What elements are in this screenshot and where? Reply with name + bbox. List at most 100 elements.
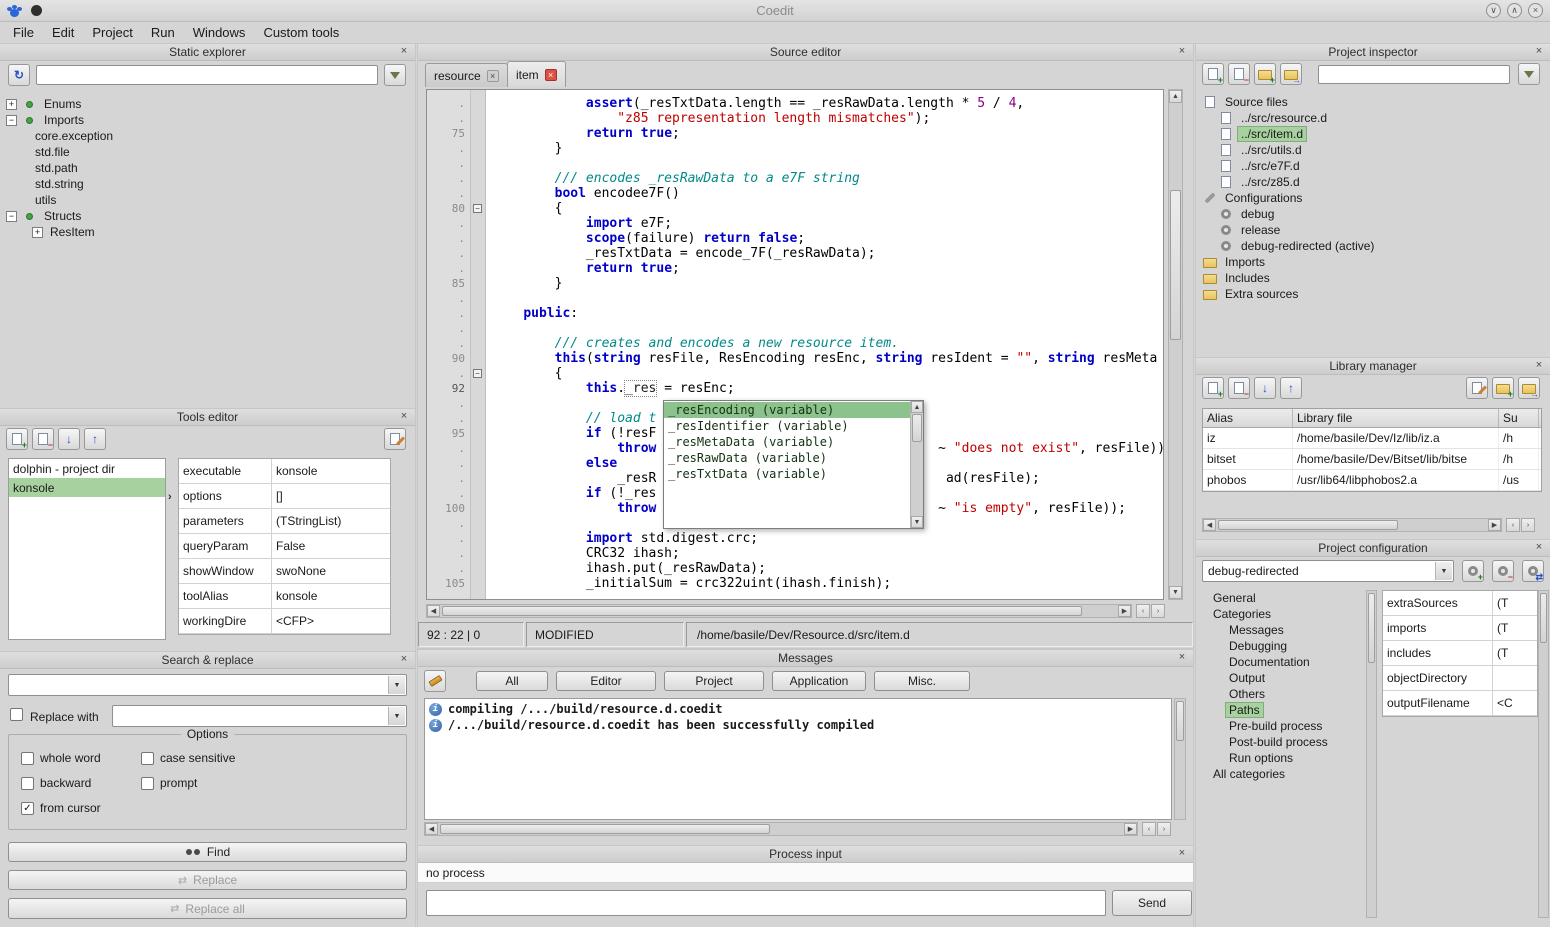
property-value[interactable]: (T — [1493, 641, 1537, 665]
properties-scrollbar[interactable] — [1538, 590, 1549, 918]
maximize-button[interactable]: ∧ — [1507, 3, 1522, 18]
expander-icon[interactable]: − — [6, 115, 17, 126]
menu-run[interactable]: Run — [142, 23, 184, 42]
scroll-down-icon[interactable]: ▼ — [911, 516, 923, 528]
expander-icon[interactable]: + — [6, 99, 17, 110]
remove-configuration-button[interactable]: − — [1492, 560, 1514, 582]
message-item[interactable]: icompiling /.../build/resource.d.coedit — [425, 701, 1171, 717]
code-line[interactable]: _initialSum = crc322uint(ihash.finish); — [492, 576, 1163, 591]
send-button[interactable]: Send — [1112, 890, 1192, 916]
property-row[interactable]: extraSources(T — [1383, 591, 1537, 616]
property-value[interactable]: (TStringList) — [272, 509, 390, 533]
code-line[interactable]: "z85 representation length mismatches"); — [492, 111, 1163, 126]
scroll-left-icon[interactable]: ◀ — [425, 823, 438, 835]
scroll-down-icon[interactable]: ▼ — [1169, 586, 1182, 599]
close-window-button[interactable]: × — [1528, 3, 1543, 18]
edit-tool-button[interactable] — [384, 428, 406, 450]
menu-custom-tools[interactable]: Custom tools — [254, 23, 348, 42]
tree-item[interactable]: +Enums — [0, 96, 415, 112]
property-value[interactable]: [] — [272, 484, 390, 508]
tool-item[interactable]: dolphin - project dir — [9, 459, 165, 478]
add-from-folder-button[interactable]: + — [1492, 377, 1514, 399]
property-row[interactable]: imports(T — [1383, 616, 1537, 641]
close-panel-icon[interactable]: × — [397, 653, 411, 665]
code-line[interactable]: this(string resFile, ResEncoding resEnc,… — [492, 351, 1163, 366]
editor-vscrollbar[interactable]: ▲ ▼ — [1168, 89, 1183, 600]
filter-misc[interactable]: Misc. — [874, 671, 970, 691]
scrollbar-thumb[interactable] — [1176, 701, 1184, 741]
popup-scrollbar[interactable]: ▲ ▼ — [910, 401, 923, 528]
tree-item[interactable]: std.file — [0, 144, 415, 160]
move-tool-down-button[interactable]: ↓ — [58, 428, 80, 450]
add-source-button[interactable]: + — [1202, 63, 1224, 85]
property-value[interactable]: <CFP> — [272, 609, 390, 633]
editor-hscrollbar[interactable]: ◀ ▶ — [426, 604, 1132, 618]
code-line[interactable]: import e7F; — [492, 216, 1163, 231]
scroll-left-icon[interactable]: ◀ — [427, 605, 440, 617]
add-library-button[interactable]: + — [1202, 377, 1224, 399]
completion-item[interactable]: _resTxtData (variable) — [664, 466, 910, 482]
filter-button[interactable] — [1518, 63, 1540, 85]
property-row[interactable]: includes(T — [1383, 641, 1537, 666]
tree-item[interactable]: ../src/item.d — [1196, 126, 1550, 142]
message-item[interactable]: i/.../build/resource.d.coedit has been s… — [425, 717, 1171, 733]
code-line[interactable]: /// encodes _resRawData to a e7F string — [492, 171, 1163, 186]
edit-library-button[interactable] — [1466, 377, 1488, 399]
remove-source-button[interactable]: − — [1228, 63, 1250, 85]
tree-item[interactable]: debug-redirected (active) — [1196, 238, 1550, 254]
fold-collapse-icon[interactable]: − — [473, 369, 482, 378]
tree-item[interactable]: ../src/e7F.d — [1196, 158, 1550, 174]
find-button[interactable]: Find — [8, 842, 407, 862]
scrollbar-thumb[interactable] — [912, 414, 922, 442]
property-row[interactable]: workingDire<CFP> — [179, 609, 390, 634]
configuration-select[interactable]: debug-redirected ▼ — [1202, 560, 1454, 582]
tree-item[interactable]: General — [1202, 590, 1364, 606]
tree-item[interactable]: Post-build process — [1202, 734, 1364, 750]
tree-item[interactable]: All categories — [1202, 766, 1364, 782]
process-input-field[interactable] — [426, 890, 1106, 916]
property-row[interactable]: executablekonsole — [179, 459, 390, 484]
close-panel-icon[interactable]: × — [1175, 651, 1189, 663]
completion-item[interactable]: _resIdentifier (variable) — [664, 418, 910, 434]
replace-with-checkbox[interactable] — [10, 708, 23, 721]
completion-item[interactable]: _resMetaData (variable) — [664, 434, 910, 450]
chevron-down-icon[interactable]: ▼ — [388, 676, 405, 694]
scroll-up-icon[interactable]: ▲ — [911, 401, 923, 413]
code-line[interactable]: } — [492, 276, 1163, 291]
filter-button[interactable] — [384, 64, 406, 86]
replace-all-button[interactable]: ⇄ Replace all — [8, 898, 407, 919]
expander-icon[interactable]: + — [32, 227, 43, 238]
tree-item[interactable]: Pre-build process — [1202, 718, 1364, 734]
tree-item[interactable]: Includes — [1196, 270, 1550, 286]
scrollbar-thumb[interactable] — [442, 606, 1082, 616]
replace-with-combobox[interactable]: ▼ — [112, 705, 407, 727]
tree-item[interactable]: Output — [1202, 670, 1364, 686]
menu-edit[interactable]: Edit — [43, 23, 83, 42]
add-folder-button[interactable]: + — [1254, 63, 1276, 85]
tree-item[interactable]: ../src/utils.d — [1196, 142, 1550, 158]
code-line[interactable]: /// creates and encodes a new resource i… — [492, 336, 1163, 351]
code-line[interactable]: } — [492, 141, 1163, 156]
property-value[interactable]: konsole — [272, 459, 390, 483]
completion-item[interactable]: _resEncoding (variable) — [664, 402, 910, 418]
filter-application[interactable]: Application — [772, 671, 866, 691]
tool-item[interactable]: konsole — [9, 478, 165, 497]
close-tab-icon[interactable]: × — [545, 69, 557, 81]
property-row[interactable]: options[] — [179, 484, 390, 509]
option-from-cursor[interactable]: ✓from cursor — [21, 801, 133, 815]
move-library-down-button[interactable]: ↓ — [1254, 377, 1276, 399]
library-hscrollbar[interactable]: ◀ ▶ — [1202, 518, 1502, 532]
close-panel-icon[interactable]: × — [397, 45, 411, 57]
code-line[interactable]: { — [492, 201, 1163, 216]
move-tool-up-button[interactable]: ↑ — [84, 428, 106, 450]
next-button[interactable]: › — [1157, 822, 1171, 836]
add-tool-button[interactable]: + — [6, 428, 28, 450]
option-prompt[interactable]: prompt — [141, 776, 398, 790]
code-line[interactable]: bool encodee7F() — [492, 186, 1163, 201]
tree-item[interactable]: Debugging — [1202, 638, 1364, 654]
column-header-su[interactable]: Su — [1499, 409, 1539, 427]
scrollbar-thumb[interactable] — [1540, 593, 1547, 643]
close-panel-icon[interactable]: × — [1532, 45, 1546, 57]
code-line[interactable]: import std.digest.crc; — [492, 531, 1163, 546]
library-row[interactable]: bitset/home/basile/Dev/Bitset/lib/bitse/… — [1203, 449, 1541, 470]
